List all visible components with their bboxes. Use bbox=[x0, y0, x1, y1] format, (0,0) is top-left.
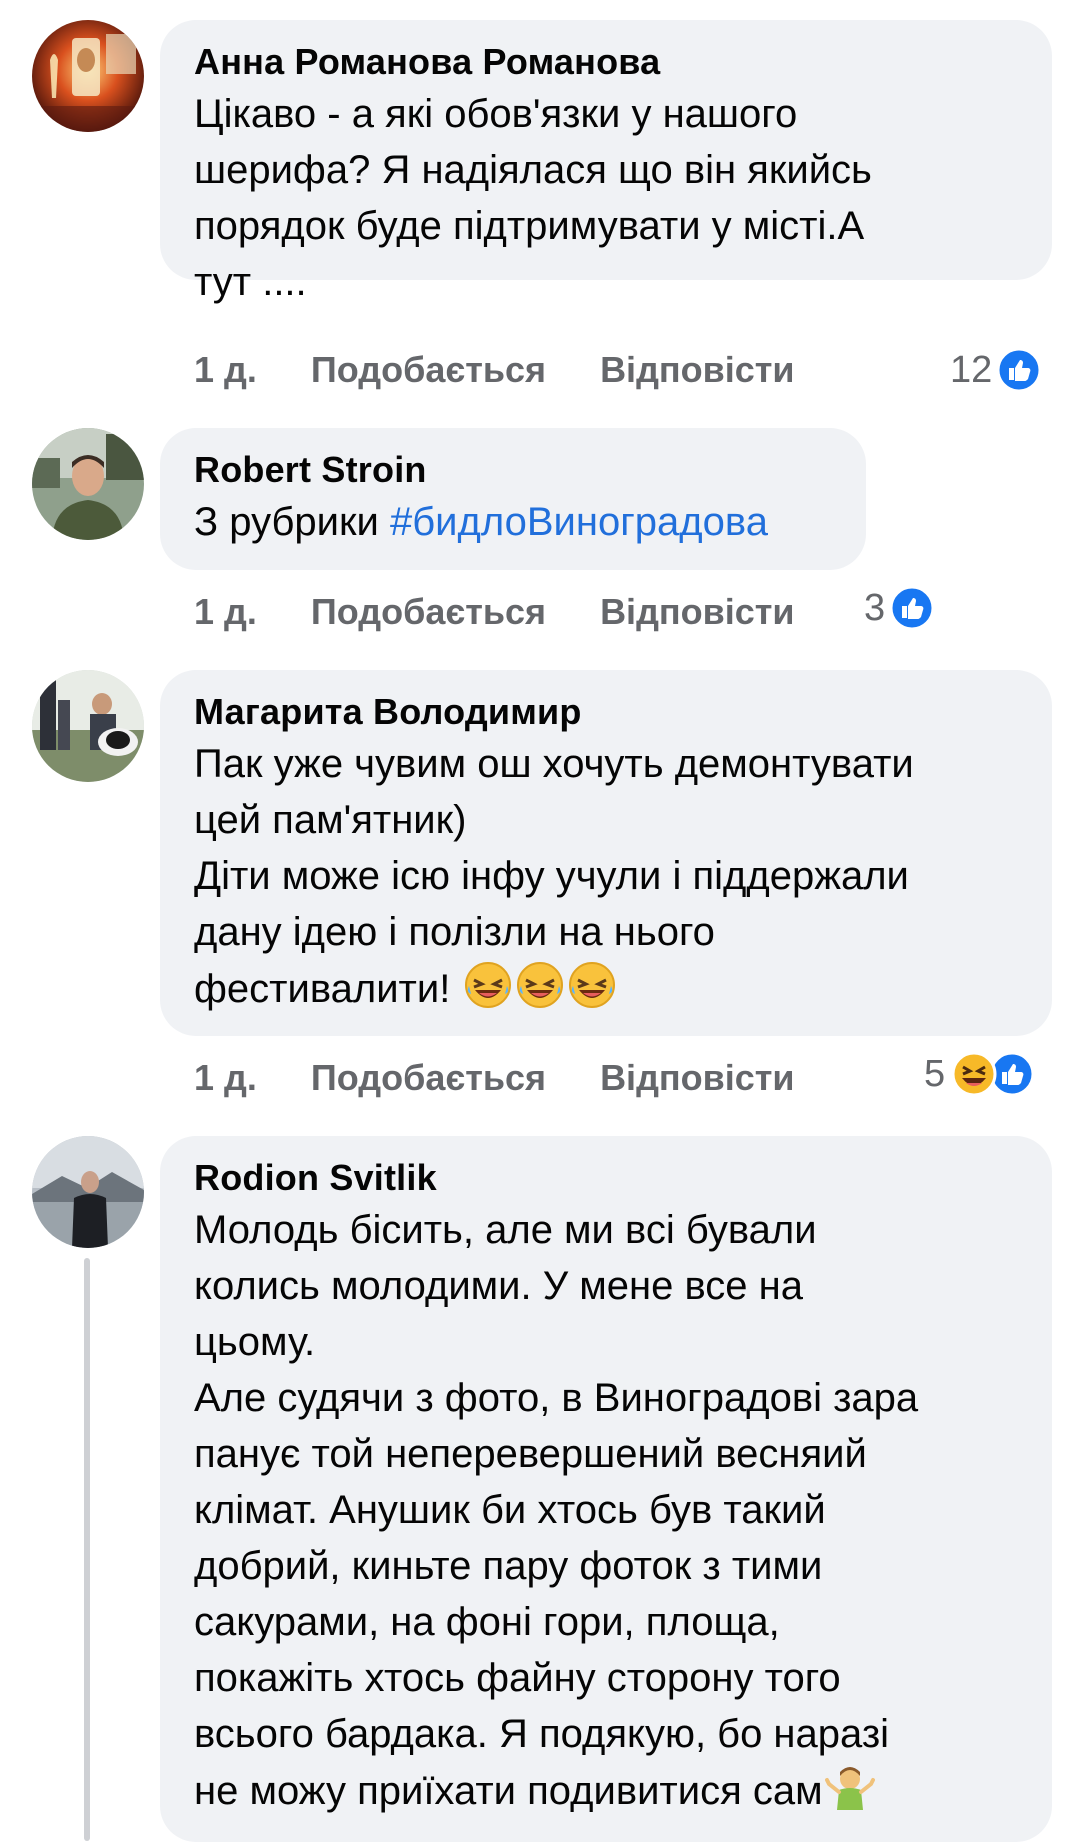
comment-text: Пак уже чувим ош хочуть демонтувати цей … bbox=[194, 736, 1018, 1017]
like-button[interactable]: Подобається bbox=[311, 1057, 546, 1099]
person-shrugging-emoji bbox=[824, 1762, 875, 1812]
comment-author[interactable]: Rodion Svitlik bbox=[194, 1154, 1018, 1202]
comment-bubble: Анна Романова Романова Цікаво - а які об… bbox=[160, 20, 1052, 304]
avatar[interactable] bbox=[32, 670, 144, 782]
comment-actions: 1 д. Подобається Відповісти bbox=[194, 582, 795, 642]
reply-button[interactable]: Відповісти bbox=[600, 1057, 795, 1099]
comment-text: Цікаво - а які обов'язки у нашого шерифа… bbox=[194, 92, 872, 304]
hashtag-link[interactable]: #бидлоВиноградова bbox=[390, 500, 768, 544]
comment-timestamp[interactable]: 1 д. bbox=[194, 1057, 257, 1099]
reaction-count: 3 bbox=[864, 586, 886, 629]
avatar[interactable] bbox=[32, 1136, 144, 1248]
reaction-summary[interactable]: 3 bbox=[864, 578, 935, 638]
haha-icon bbox=[951, 1051, 997, 1097]
comment-bubble: Магарита Володимир Пак уже чувим ош хочу… bbox=[160, 670, 1052, 1036]
comment-bubble: Rodion Svitlik Молодь бісить, але ми всі… bbox=[160, 1136, 1052, 1842]
reply-button[interactable]: Відповісти bbox=[600, 349, 795, 391]
reaction-count: 5 bbox=[924, 1052, 946, 1095]
comment-timestamp[interactable]: 1 д. bbox=[194, 349, 257, 391]
comment-actions: 1 д. Подобається Відповісти bbox=[194, 340, 795, 400]
comment-author[interactable]: Robert Stroin bbox=[194, 446, 832, 494]
avatar[interactable] bbox=[32, 20, 144, 132]
comment-text-body: Молодь бісить, але ми всі бували колись … bbox=[194, 1208, 919, 1813]
comment-bubble: Robert Stroin З рубрики #бидлоВиноградов… bbox=[160, 428, 866, 570]
reply-thread-line bbox=[84, 1258, 90, 1841]
comment-timestamp[interactable]: 1 д. bbox=[194, 591, 257, 633]
like-button[interactable]: Подобається bbox=[311, 349, 546, 391]
rolling-laughing-emoji bbox=[515, 960, 565, 1010]
comment-actions: 1 д. Подобається Відповісти bbox=[194, 1048, 795, 1108]
avatar[interactable] bbox=[32, 428, 144, 540]
reaction-summary[interactable]: 5 bbox=[924, 1044, 1035, 1104]
comment-author[interactable]: Магарита Володимир bbox=[194, 688, 1018, 736]
like-button[interactable]: Подобається bbox=[311, 591, 546, 633]
comment-text: Молодь бісить, але ми всі бували колись … bbox=[194, 1202, 1018, 1819]
rolling-laughing-emoji bbox=[463, 960, 513, 1010]
like-icon bbox=[889, 585, 935, 631]
reaction-summary[interactable]: 12 bbox=[950, 340, 1042, 400]
comment-text-prefix: З рубрики bbox=[194, 500, 390, 544]
reply-button[interactable]: Відповісти bbox=[600, 591, 795, 633]
comment-text: З рубрики #бидлоВиноградова bbox=[194, 494, 832, 550]
comment-author[interactable]: Анна Романова Романова bbox=[194, 38, 1018, 86]
reaction-count: 12 bbox=[950, 348, 993, 391]
rolling-laughing-emoji bbox=[567, 960, 617, 1010]
like-icon bbox=[996, 347, 1042, 393]
